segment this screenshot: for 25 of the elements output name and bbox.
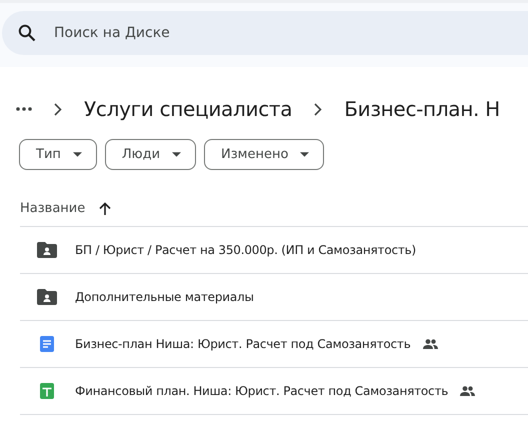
caret-icon	[72, 152, 82, 157]
file-name[interactable]: БП / Юрист / Расчет на 350.000р. (ИП и Самозанятость)	[75, 243, 416, 257]
breadcrumb[interactable]: Бизнес-план. Н	[344, 97, 500, 121]
shared-folder-icon	[37, 242, 57, 258]
caret-icon	[172, 152, 182, 157]
caret-icon	[300, 152, 310, 157]
search-field[interactable]: Поиск на Диске	[2, 11, 528, 55]
document-icon	[37, 336, 57, 352]
people-icon	[422, 339, 438, 349]
file-name[interactable]: Финансовый план. Ниша: Юрист. Расчет под Самозанятость	[75, 384, 448, 398]
filter-chip[interactable]: Тип	[19, 139, 97, 170]
shared-folder-icon	[37, 289, 57, 305]
breadcrumb[interactable]: Услуги специалиста	[84, 97, 292, 121]
chevron-right-icon	[54, 102, 62, 116]
file-name[interactable]: Дополнительные материалы	[75, 290, 254, 304]
more-icon[interactable]	[16, 107, 32, 111]
filter-chip[interactable]: Изменено	[204, 139, 324, 170]
file-name[interactable]: Бизнес-план Ниша: Юрист. Расчет под Самозанятость	[75, 337, 411, 351]
people-icon	[460, 386, 476, 396]
filter-chip[interactable]: Люди	[104, 139, 196, 170]
chevron-right-icon	[314, 102, 322, 116]
spreadsheet-icon	[37, 383, 57, 399]
column-header[interactable]: Название	[20, 200, 86, 216]
arrow-up-icon[interactable]	[99, 202, 112, 214]
search-icon	[18, 24, 36, 42]
